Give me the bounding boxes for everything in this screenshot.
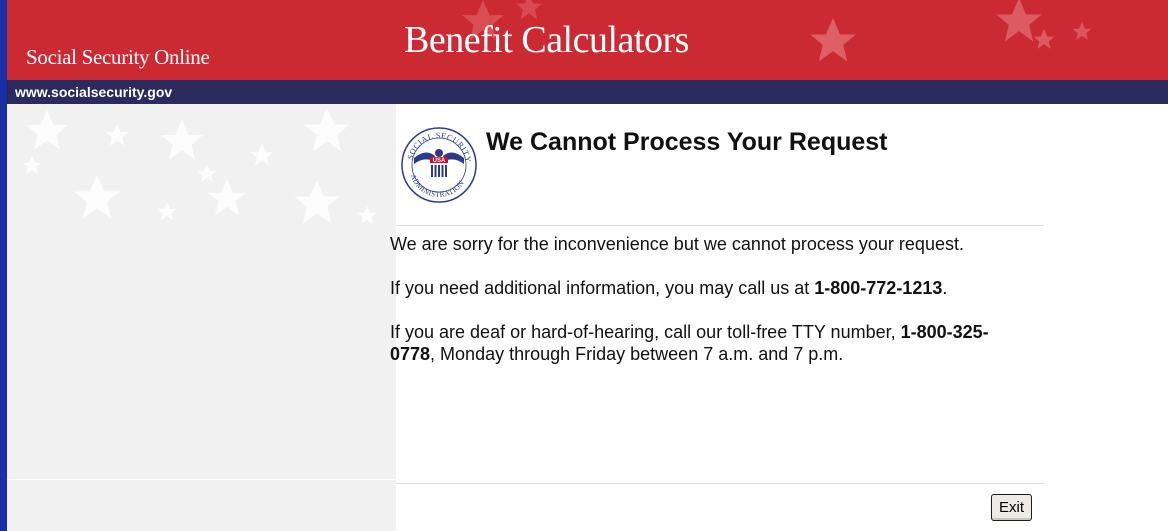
site-header: Social Security Online Benefit Calculato… xyxy=(7,0,1168,80)
seal-center-text: USA xyxy=(433,158,446,164)
exit-button[interactable]: Exit xyxy=(991,494,1032,521)
p3-text: If you are deaf or hard-of-hearing, call… xyxy=(390,322,901,342)
site-url: www.socialsecurity.gov xyxy=(15,84,173,100)
sidebar-divider xyxy=(7,479,396,480)
p3-suffix: , Monday through Friday between 7 a.m. a… xyxy=(430,344,844,364)
p2-suffix: . xyxy=(942,278,948,298)
message-paragraph-2: If you need additional information, you … xyxy=(390,277,1030,299)
page-title: We Cannot Process Your Request xyxy=(486,128,888,156)
p2-text: If you need additional information, you … xyxy=(390,278,815,298)
message-content: We are sorry for the inconvenience but w… xyxy=(390,233,1030,387)
sidebar xyxy=(7,104,396,531)
message-paragraph-1: We are sorry for the inconvenience but w… xyxy=(390,234,964,254)
phone-number: 1-800-772-1213 xyxy=(814,278,943,298)
sidebar-stars-icon xyxy=(22,108,377,225)
title-divider xyxy=(396,225,1044,226)
footer-divider xyxy=(396,483,1044,484)
app-title: Benefit Calculators xyxy=(404,19,689,61)
ssa-seal-icon: SOCIAL SECURITY ADMINISTRATION USA xyxy=(401,127,477,203)
window-left-border xyxy=(0,0,7,531)
message-paragraph-3: If you are deaf or hard-of-hearing, call… xyxy=(390,321,1030,365)
url-bar: www.socialsecurity.gov xyxy=(7,80,1168,104)
site-title: Social Security Online xyxy=(26,45,210,69)
